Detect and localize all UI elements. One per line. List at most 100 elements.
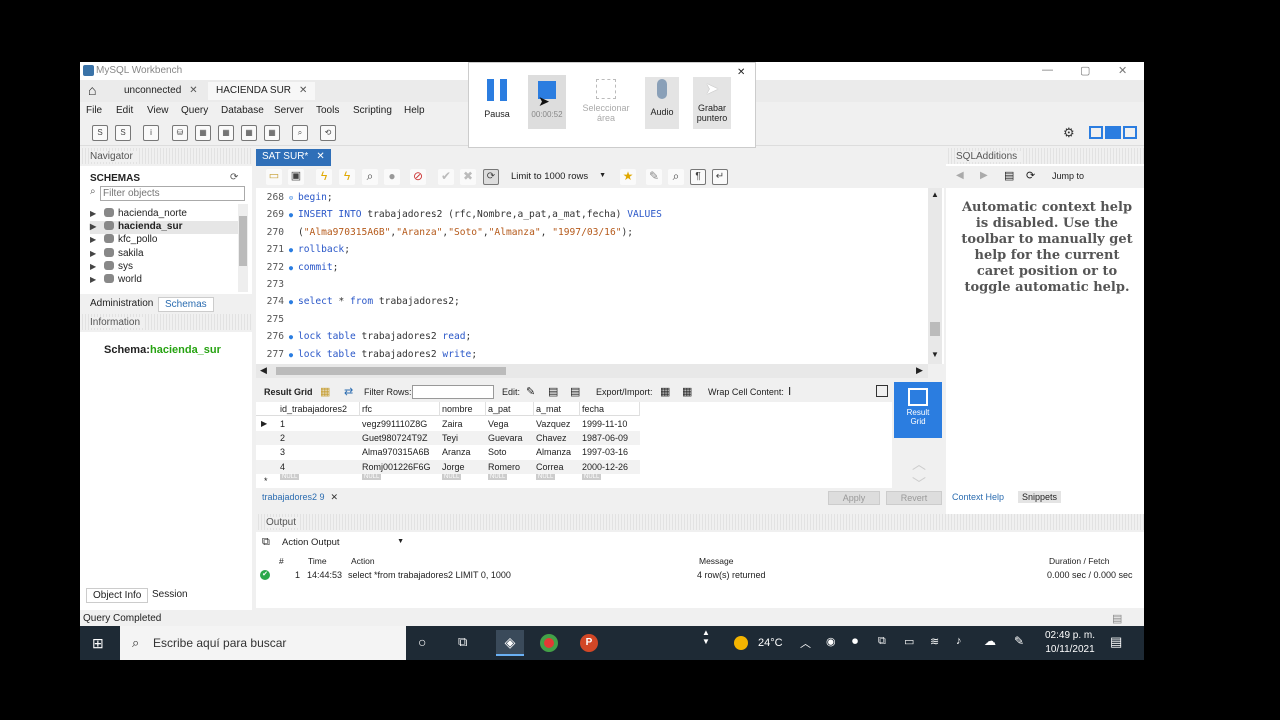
tab-snippets[interactable]: Snippets: [1018, 491, 1062, 503]
tab-trabajadores2[interactable]: trabajadores2 9 ✕: [262, 492, 338, 503]
back-icon[interactable]: ◀: [956, 170, 964, 181]
insert-row-icon[interactable]: ▤: [548, 385, 558, 398]
table-cell[interactable]: 2000-12-26: [582, 460, 628, 474]
autocommit-icon[interactable]: ⟳: [483, 169, 499, 185]
table-cell[interactable]: 4: [280, 460, 285, 474]
status-panel-icon[interactable]: ▤: [1112, 612, 1122, 625]
save-icon[interactable]: ▣: [288, 169, 304, 185]
find-icon[interactable]: ✎: [646, 169, 662, 185]
taskbar-search[interactable]: ⌕ Escribe aquí para buscar: [120, 626, 406, 660]
menu-database[interactable]: Database: [221, 105, 264, 116]
menu-server[interactable]: Server: [274, 105, 303, 116]
table-cell[interactable]: Aranza: [442, 445, 471, 459]
cortana-icon[interactable]: ○: [418, 634, 426, 650]
schemas-scrollbar[interactable]: [238, 204, 248, 292]
chrome-icon[interactable]: [540, 634, 558, 652]
column-header[interactable]: nombre: [442, 402, 486, 416]
forward-icon[interactable]: ▶: [980, 170, 988, 181]
menu-file[interactable]: File: [86, 105, 102, 116]
export-icon[interactable]: ▦: [660, 385, 670, 398]
audio-button[interactable]: Audio: [645, 77, 679, 129]
menu-query[interactable]: Query: [181, 105, 208, 116]
schema-sys[interactable]: ▶ sys: [90, 261, 238, 274]
schema-hacienda-norte[interactable]: ▶ hacienda_norte: [90, 208, 238, 221]
inspector-icon[interactable]: i: [143, 125, 159, 141]
execute-current-icon[interactable]: ϟ: [339, 169, 355, 185]
table-cell[interactable]: vegz991110Z8G: [362, 417, 427, 431]
wifi-icon[interactable]: ≋: [930, 635, 939, 648]
stop-icon[interactable]: ●: [384, 169, 400, 185]
table-cell[interactable]: Romj001226F6G: [362, 460, 431, 474]
onedrive-icon[interactable]: ☁: [984, 634, 996, 648]
commit-icon[interactable]: ✔: [438, 169, 454, 185]
table-row[interactable]: 2 Guet980724T9Z Teyi Guevara Chavez 1987-06-0…: [256, 431, 640, 446]
table-row[interactable]: 3 Alma970315A6B Aranza Soto Almanza 1997-03-1…: [256, 445, 640, 459]
new-row[interactable]: * NULL NULL NULL NULL NULL NULL: [256, 474, 640, 488]
new-sql-tab-icon[interactable]: S: [92, 125, 108, 141]
scroll-results-icon[interactable]: ︿ ﹀: [904, 454, 934, 492]
schema-hacienda-sur[interactable]: ▶ hacienda_sur: [90, 221, 238, 234]
create-function-icon[interactable]: ▦: [264, 125, 280, 141]
close-icon[interactable]: ✕: [1118, 64, 1127, 77]
pen-icon[interactable]: ✎: [1014, 634, 1024, 648]
grid-icon[interactable]: ▦: [320, 385, 330, 398]
meet-now-icon[interactable]: ◉: [826, 635, 836, 648]
tab-sat-sur[interactable]: SAT SUR* ✕: [256, 149, 331, 166]
table-cell[interactable]: Zaira: [442, 417, 463, 431]
close-tab-icon[interactable]: ✕: [189, 85, 197, 96]
reconnect-icon[interactable]: ⟲: [320, 125, 336, 141]
table-row[interactable]: 4 Romj001226F6G Jorge Romero Correa 2000-12-2…: [256, 459, 640, 474]
create-view-icon[interactable]: ▦: [218, 125, 234, 141]
table-cell[interactable]: 1997-03-16: [582, 445, 628, 459]
powerpoint-icon[interactable]: P: [580, 634, 598, 652]
tab-schemas[interactable]: Schemas: [158, 297, 214, 312]
wrap-cell-icon[interactable]: Ⅰ: [788, 385, 791, 398]
column-header[interactable]: a_pat: [488, 402, 534, 416]
schema-kfc-pollo[interactable]: ▶ kfc_pollo: [90, 234, 238, 247]
create-procedure-icon[interactable]: ▦: [241, 125, 257, 141]
filter-rows-input[interactable]: [412, 385, 494, 399]
schema-sakila[interactable]: ▶ sakila: [90, 248, 238, 261]
table-cell[interactable]: Jorge: [442, 460, 465, 474]
code-line[interactable]: 272 ● commit;: [256, 262, 926, 280]
weather-temp[interactable]: 24°C: [758, 637, 783, 649]
table-cell[interactable]: 3: [280, 445, 285, 459]
menu-help[interactable]: Help: [404, 105, 425, 116]
table-cell[interactable]: Soto: [488, 445, 507, 459]
column-header[interactable]: a_mat: [536, 402, 580, 416]
filter-objects-input[interactable]: [100, 186, 245, 201]
editor-vertical-scrollbar[interactable]: ▲ ▼: [928, 188, 942, 364]
tab-unconnected[interactable]: unconnected ✕: [116, 82, 206, 100]
toggle-error-icon[interactable]: ⊘: [410, 169, 426, 185]
taskbar-scroll-icon[interactable]: ▲ ▼: [702, 628, 710, 646]
refresh-icon[interactable]: ⟳: [230, 172, 238, 183]
recorder-close-icon[interactable]: ✕: [737, 67, 745, 78]
table-row[interactable]: ▶ 1 vegz991110Z8G Zaira Vega Vazquez 1999-11-1…: [256, 417, 640, 431]
rollback-icon[interactable]: ✖: [460, 169, 476, 185]
column-header[interactable]: fecha: [582, 402, 640, 416]
create-table-icon[interactable]: ▦: [195, 125, 211, 141]
show-hidden-icons[interactable]: ︿: [800, 635, 811, 651]
maximize-icon[interactable]: ▢: [1080, 64, 1090, 77]
create-schema-icon[interactable]: ⛁: [172, 125, 188, 141]
code-line[interactable]: 270 ("Alma970315A6B","Aranza","Soto","Al…: [256, 227, 926, 245]
apply-button[interactable]: Apply: [828, 491, 880, 505]
weather-icon[interactable]: [734, 636, 748, 650]
result-grid[interactable]: id_trabajadores2 rfc nombre a_pat a_mat …: [256, 402, 892, 488]
table-cell[interactable]: 1987-06-09: [582, 431, 628, 445]
menu-scripting[interactable]: Scripting: [353, 105, 392, 116]
screen-recorder-tray-icon[interactable]: ⧉: [878, 635, 886, 648]
pause-button[interactable]: Pausa: [479, 77, 515, 129]
home-icon[interactable]: ⌂: [88, 82, 96, 98]
tab-hacienda-sur[interactable]: HACIENDA SUR ✕: [208, 82, 316, 100]
close-tab-icon[interactable]: ✕: [299, 85, 307, 96]
windows-start-icon[interactable]: ⊞: [92, 635, 104, 652]
table-cell[interactable]: Guet980724T9Z: [362, 431, 428, 445]
close-tab-icon[interactable]: ✕: [316, 151, 324, 162]
delete-row-icon[interactable]: ▤: [570, 385, 580, 398]
explain-icon[interactable]: ⌕: [362, 169, 378, 185]
close-tab-icon[interactable]: ✕: [331, 492, 339, 502]
code-line[interactable]: 268 ⊙ begin;: [256, 192, 926, 210]
import-icon[interactable]: ▦: [682, 385, 692, 398]
menu-tools[interactable]: Tools: [316, 105, 339, 116]
